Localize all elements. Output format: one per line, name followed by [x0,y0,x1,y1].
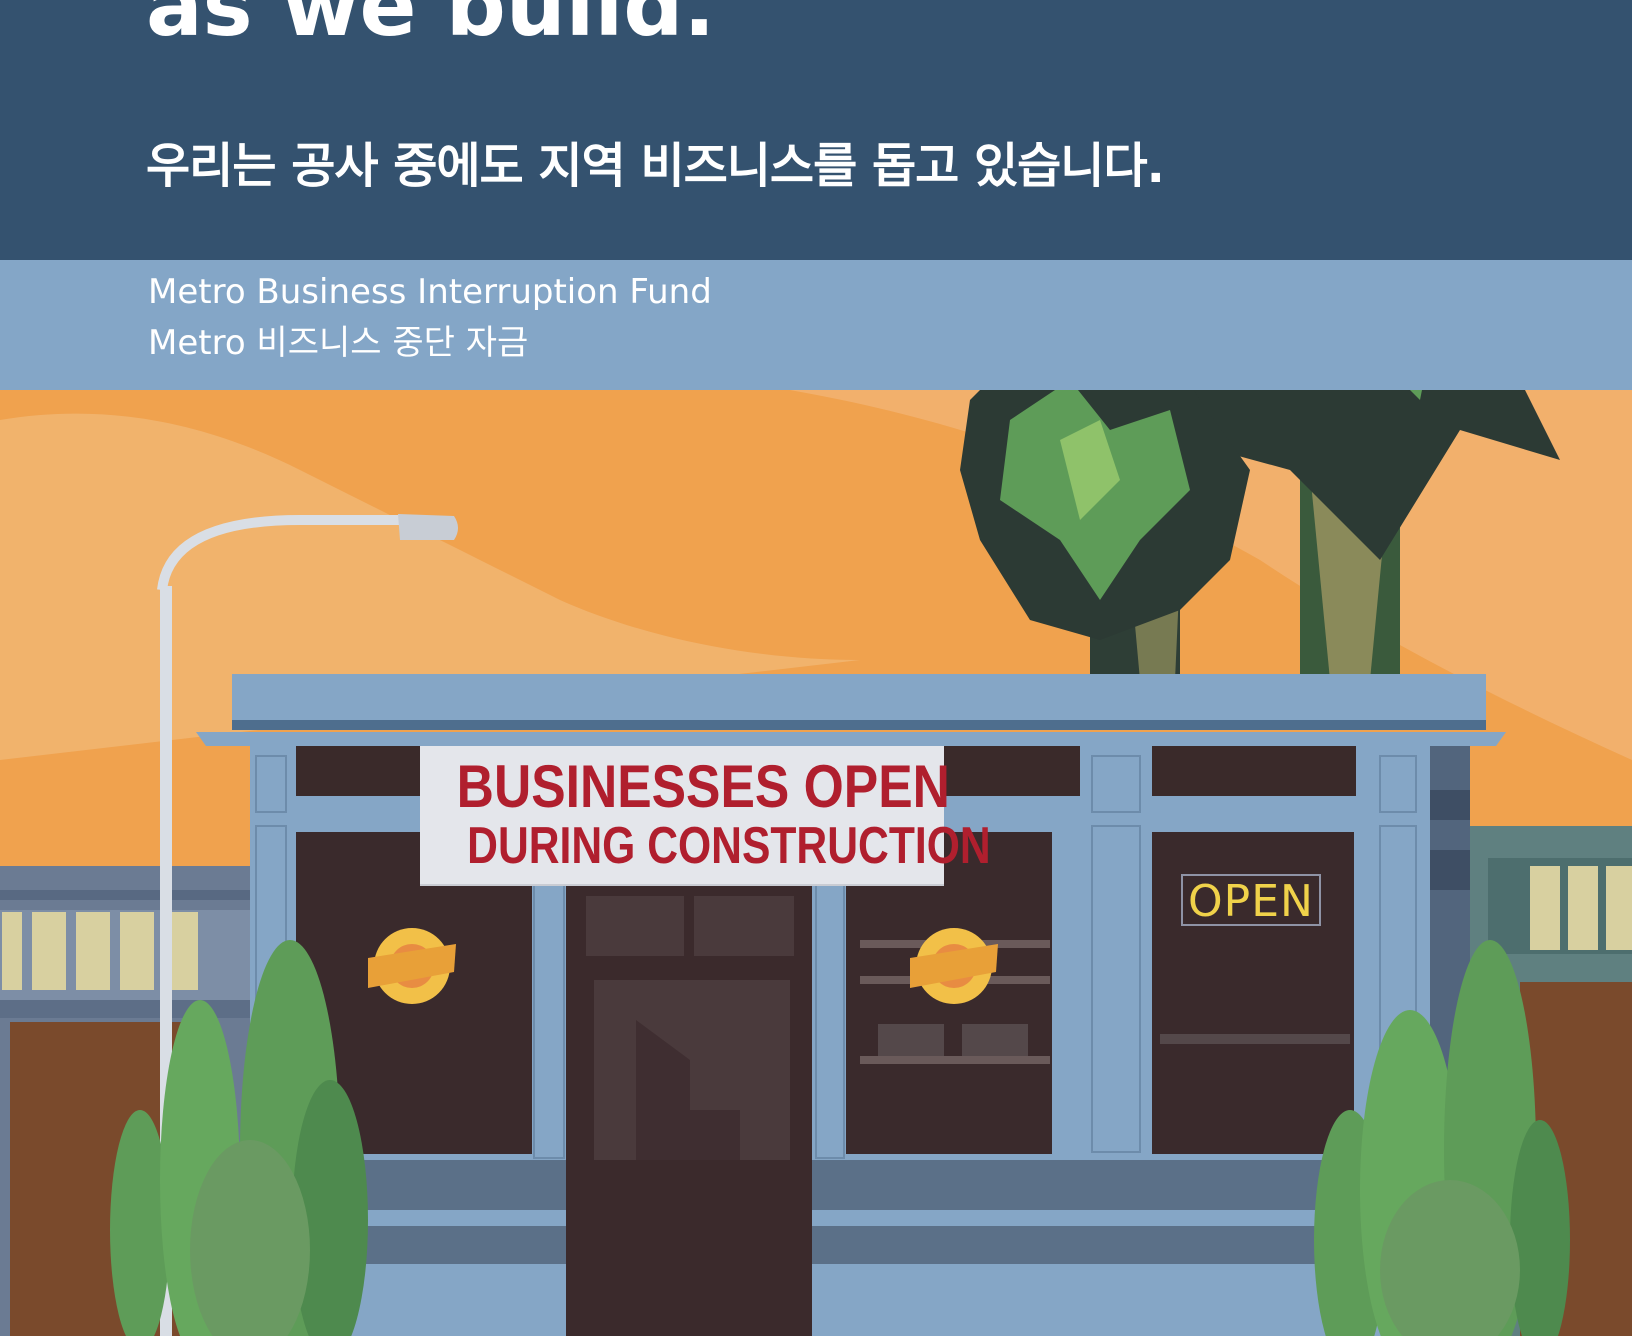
fund-name-korean: Metro 비즈니스 중단 자금 [148,323,529,363]
headline-english: as we build. [146,0,716,55]
fund-name-english: Metro Business Interruption Fund [148,272,712,312]
businesses-open-banner: BUSINESSES OPEN DURING CONSTRUCTION [420,746,991,884]
banner-line-2: DURING CONSTRUCTION [467,817,991,875]
headline-korean: 우리는 공사 중에도 지역 비즈니스를 돕고 있습니다. [146,138,1165,194]
header-banner: as we build. 우리는 공사 중에도 지역 비즈니스를 돕고 있습니다… [0,0,1632,260]
open-window-sign: OPEN [1181,874,1321,927]
banner-line-1: BUSINESSES OPEN [456,753,950,820]
